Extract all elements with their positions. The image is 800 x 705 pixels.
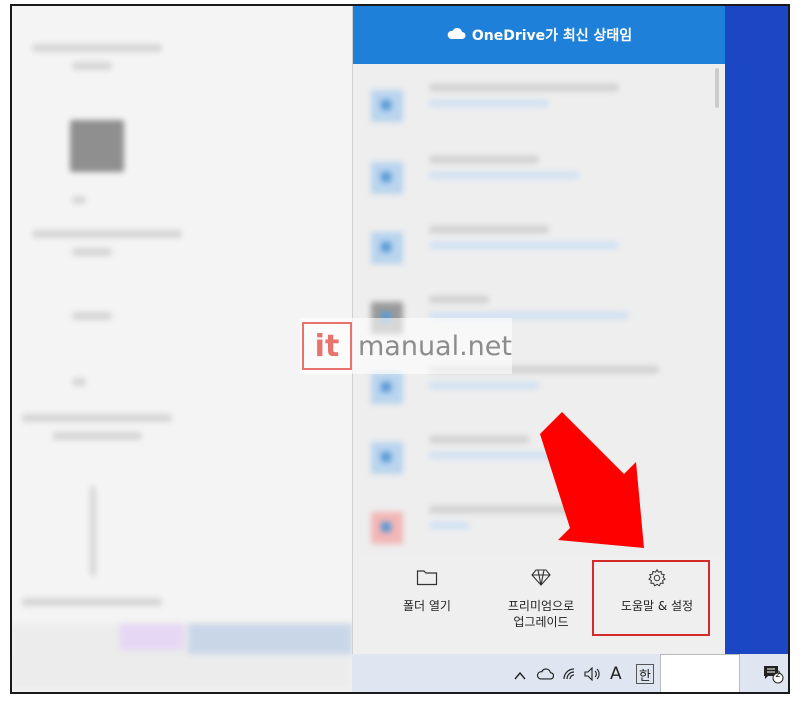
onedrive-tray-icon[interactable] <box>536 664 554 684</box>
flyout-scrollbar[interactable] <box>715 68 719 108</box>
onedrive-header: OneDrive가 최신 상태임 <box>353 6 725 64</box>
clock-area[interactable] <box>660 654 740 692</box>
input-mode-indicator[interactable]: A <box>610 664 622 684</box>
volume-icon[interactable] <box>584 664 602 684</box>
watermark-site: manual.net <box>357 330 512 362</box>
notification-count: 2 <box>775 670 781 680</box>
list-item[interactable] <box>353 72 713 132</box>
language-indicator[interactable]: 한 <box>636 664 654 684</box>
cloud-icon <box>446 27 466 44</box>
premium-label-line2: 업그레이드 <box>513 615 569 629</box>
notification-center-button[interactable]: 2 <box>762 664 784 684</box>
screenshot-frame: OneDrive가 최신 상태임 폴더 열기 프리미엄으로 업그레이드 도움말 … <box>10 4 790 694</box>
watermark-logo: it <box>302 322 352 370</box>
wifi-icon[interactable] <box>562 664 578 684</box>
onedrive-status-title: OneDrive가 최신 상태임 <box>471 28 633 44</box>
background-blue-bar <box>188 624 352 654</box>
upgrade-premium-button[interactable]: 프리미엄으로 업그레이드 <box>485 568 597 630</box>
list-item[interactable] <box>353 144 713 204</box>
folder-icon <box>371 568 483 590</box>
desktop-background <box>724 6 788 654</box>
show-hidden-icons-button[interactable] <box>514 666 526 686</box>
diamond-icon <box>485 568 597 590</box>
chevron-up-icon <box>514 671 526 680</box>
highlight-box <box>592 560 710 636</box>
red-arrow-icon <box>532 408 692 562</box>
taskbar: A 한 2 <box>352 654 788 692</box>
background-purple-block <box>120 624 184 650</box>
open-folder-button[interactable]: 폴더 열기 <box>371 568 483 614</box>
watermark: it manual.net <box>300 318 512 374</box>
premium-label-line1: 프리미엄으로 <box>507 599 575 613</box>
open-folder-label: 폴더 열기 <box>403 599 451 613</box>
list-item[interactable] <box>353 214 713 274</box>
